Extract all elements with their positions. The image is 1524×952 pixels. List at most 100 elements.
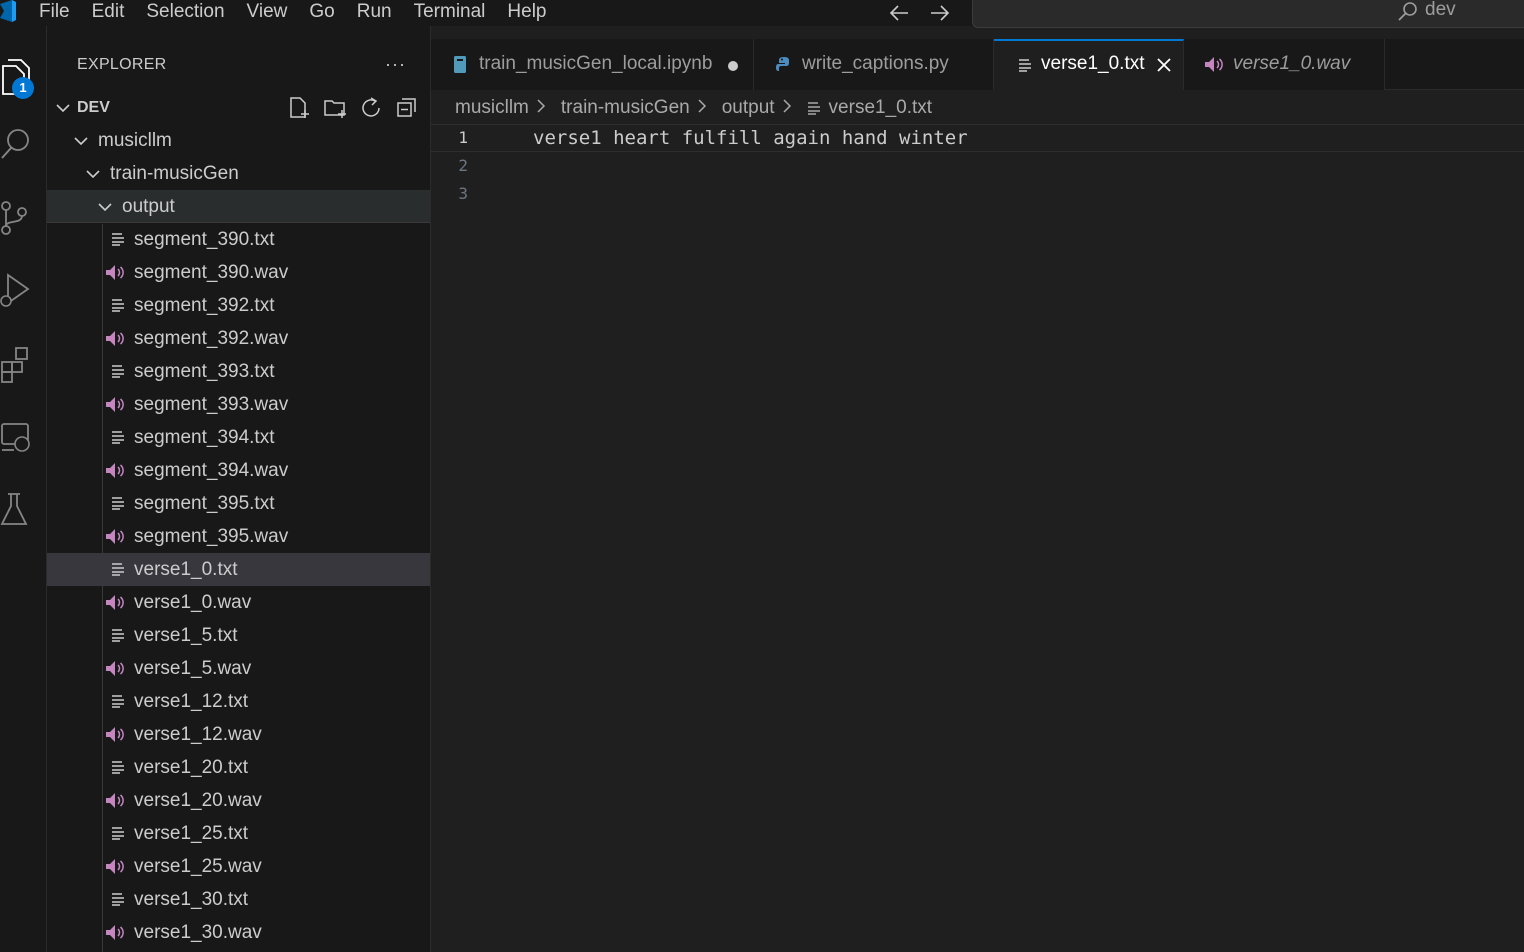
folder-label: train-musicGen [110, 163, 239, 184]
close-icon[interactable] [1156, 57, 1172, 73]
file-row[interactable]: segment_394.wav [47, 454, 430, 487]
audio-file-icon [105, 792, 124, 810]
workspace-actions [287, 96, 421, 120]
collapse-all-icon[interactable] [395, 96, 421, 120]
file-label: segment_392.wav [134, 328, 289, 349]
chevron-down-icon [86, 170, 100, 179]
chevron-right-icon [696, 98, 716, 118]
folder-label: output [122, 196, 175, 217]
chevron-down-icon [56, 104, 70, 113]
chevron-down-icon [98, 203, 112, 212]
more-actions-button[interactable]: ··· [385, 54, 406, 75]
file-label: segment_394.wav [134, 460, 289, 481]
menu-selection[interactable]: Selection [135, 0, 235, 26]
file-row[interactable]: segment_395.wav [47, 520, 430, 553]
title-bar: File Edit Selection View Go Run Terminal… [0, 0, 1524, 28]
audio-file-icon [105, 528, 124, 546]
file-row[interactable]: verse1_30.wav [47, 916, 430, 949]
editor-line[interactable]: 3 [431, 181, 1524, 209]
menu-view[interactable]: View [236, 0, 299, 26]
file-row[interactable]: segment_392.txt [47, 289, 430, 322]
file-row[interactable]: verse1_12.txt [47, 685, 430, 718]
folder-output[interactable]: output [47, 190, 430, 223]
file-label: segment_395.txt [134, 493, 275, 514]
file-row[interactable]: segment_394.txt [47, 421, 430, 454]
tab-train-musicgen-notebook[interactable]: train_musicGen_local.ipynb [431, 39, 754, 90]
file-row[interactable]: segment_390.wav [47, 256, 430, 289]
text-file-icon [111, 364, 129, 382]
search-icon[interactable] [0, 122, 40, 166]
tab-write-captions[interactable]: write_captions.py [754, 39, 994, 90]
file-row[interactable]: segment_392.wav [47, 322, 430, 355]
text-file-icon [111, 694, 129, 712]
audio-file-icon [105, 660, 124, 678]
file-row[interactable]: verse1_20.txt [47, 751, 430, 784]
file-row[interactable]: verse1_25.txt [47, 817, 430, 850]
text-file-icon [111, 562, 129, 580]
line-number: 2 [458, 156, 468, 175]
file-row[interactable]: verse1_30.txt [47, 883, 430, 916]
file-row[interactable]: segment_393.txt [47, 355, 430, 388]
file-row[interactable]: verse1_20.wav [47, 784, 430, 817]
breadcrumb-item[interactable]: verse1_0.txt [829, 97, 933, 119]
tab-label: train_musicGen_local.ipynb [479, 53, 713, 74]
file-row[interactable]: verse1_0.txt [47, 553, 430, 586]
editor-line[interactable]: 2 [431, 153, 1524, 181]
folder-train-musicgen[interactable]: train-musicGen [47, 157, 430, 190]
menu-bar: File Edit Selection View Go Run Terminal… [28, 0, 558, 26]
menu-run[interactable]: Run [346, 0, 403, 26]
file-row[interactable]: segment_390.txt [47, 223, 430, 256]
workspace-header[interactable]: DEV [47, 91, 430, 124]
chevron-right-icon [781, 98, 801, 118]
forward-arrow-icon[interactable] [926, 0, 952, 26]
file-label: verse1_25.txt [134, 823, 249, 844]
audio-file-icon [105, 726, 124, 744]
menu-go[interactable]: Go [298, 0, 345, 26]
audio-file-icon [1205, 57, 1223, 72]
audio-file-icon [105, 462, 124, 480]
breadcrumb-item[interactable]: musicllm [455, 97, 529, 119]
new-file-icon[interactable] [287, 96, 313, 120]
chevron-right-icon [535, 98, 555, 118]
tab-label: verse1_0.wav [1233, 53, 1351, 74]
activity-bar: 1 [0, 26, 47, 952]
tab-verse1-0-wav[interactable]: verse1_0.wav [1184, 39, 1385, 90]
testing-flask-icon[interactable] [0, 488, 40, 532]
file-row[interactable]: segment_393.wav [47, 388, 430, 421]
menu-help[interactable]: Help [496, 0, 557, 26]
extensions-icon[interactable] [0, 342, 40, 386]
tab-label: verse1_0.txt [1041, 53, 1145, 74]
file-label: verse1_5.txt [134, 625, 238, 646]
new-folder-icon[interactable] [323, 96, 349, 120]
file-label: verse1_5.wav [134, 658, 252, 679]
folder-musicllm[interactable]: musicllm [47, 124, 430, 157]
breadcrumb-item[interactable]: train-musicGen [561, 97, 690, 119]
file-row[interactable]: verse1_25.wav [47, 850, 430, 883]
folder-label: musicllm [98, 130, 172, 151]
file-label: verse1_12.wav [134, 724, 262, 745]
menu-file[interactable]: File [28, 0, 81, 26]
file-label: segment_390.wav [134, 262, 289, 283]
modified-dot-icon [728, 61, 738, 71]
menu-edit[interactable]: Edit [81, 0, 136, 26]
breadcrumb-item[interactable]: output [722, 97, 775, 119]
file-label: verse1_30.txt [134, 889, 249, 910]
file-row[interactable]: verse1_0.wav [47, 586, 430, 619]
run-debug-icon[interactable] [0, 269, 40, 313]
file-row[interactable]: verse1_5.txt [47, 619, 430, 652]
file-row[interactable]: verse1_5.wav [47, 652, 430, 685]
file-row[interactable]: verse1_12.wav [47, 718, 430, 751]
text-editor[interactable]: 1 verse1 heart fulfill again hand winter… [431, 124, 1524, 952]
menu-terminal[interactable]: Terminal [403, 0, 497, 26]
file-row[interactable]: segment_395.txt [47, 487, 430, 520]
file-label: segment_393.txt [134, 361, 275, 382]
command-center-search[interactable]: dev [972, 0, 1524, 28]
source-control-icon[interactable] [0, 196, 40, 240]
refresh-icon[interactable] [359, 96, 385, 120]
tab-verse1-0-txt[interactable]: verse1_0.txt [994, 39, 1184, 90]
vscode-logo-icon [0, 0, 16, 22]
audio-file-icon [105, 924, 124, 942]
editor-line[interactable]: 1 verse1 heart fulfill again hand winter [431, 124, 1524, 152]
remote-explorer-icon[interactable] [0, 416, 40, 460]
back-arrow-icon[interactable] [887, 0, 913, 26]
